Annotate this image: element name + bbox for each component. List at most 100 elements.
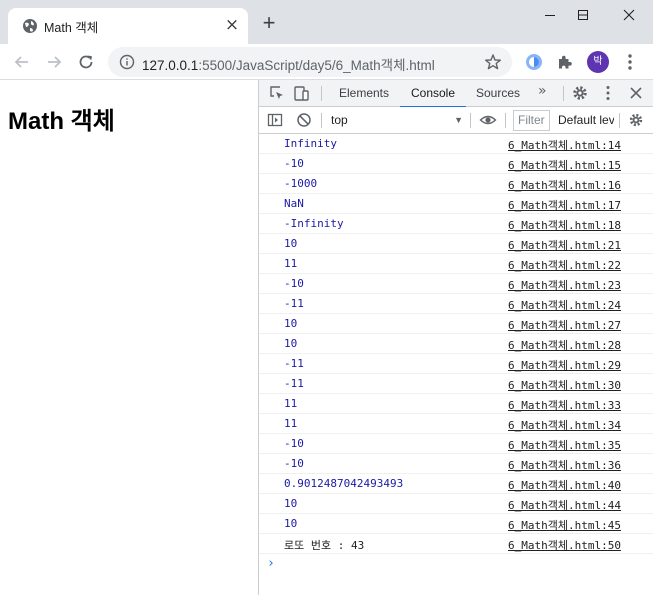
source-link[interactable]: 6_Math객체.html:18: [508, 217, 621, 233]
source-link[interactable]: 6_Math객체.html:30: [508, 377, 621, 393]
console-row: 11 6_Math객체.html:22: [259, 254, 653, 274]
context-selector-value: top: [331, 113, 348, 127]
console-row: -1000 6_Math객체.html:16: [259, 174, 653, 194]
browser-toolbar: 127.0.0.1:5500/JavaScript/day5/6_Math객체.…: [0, 44, 653, 80]
context-selector[interactable]: top ▼: [325, 111, 465, 130]
more-tabs-button[interactable]: »: [538, 83, 547, 99]
address-bar[interactable]: 127.0.0.1:5500/JavaScript/day5/6_Math객체.…: [108, 47, 512, 77]
source-link[interactable]: 6_Math객체.html:50: [508, 537, 621, 553]
source-link[interactable]: 6_Math객체.html:16: [508, 177, 621, 193]
settings-gear-icon[interactable]: [571, 84, 589, 102]
console-prompt[interactable]: ›: [259, 554, 653, 576]
bookmark-star-icon[interactable]: [484, 53, 502, 71]
console-output: Infinity 6_Math객체.html:14 -10 6_Math객체.html…: [259, 134, 653, 595]
source-link[interactable]: 6_Math객체.html:40: [508, 477, 621, 493]
console-row: Infinity 6_Math객체.html:14: [259, 134, 653, 154]
console-value: -11: [284, 357, 304, 370]
toolbar-divider: [563, 86, 564, 101]
console-row: -10 6_Math객체.html:23: [259, 274, 653, 294]
tab-close-button[interactable]: ×: [222, 16, 242, 36]
tab-console[interactable]: Console: [400, 80, 466, 108]
tab-sources[interactable]: Sources: [468, 80, 528, 107]
browser-menu-icon[interactable]: [621, 52, 639, 72]
profile-avatar[interactable]: 박: [587, 51, 609, 73]
console-value: 10: [284, 497, 298, 510]
source-link[interactable]: 6_Math객체.html:15: [508, 157, 621, 173]
info-icon[interactable]: [119, 54, 135, 70]
console-value: -11: [284, 297, 304, 310]
console-settings-gear-icon[interactable]: [628, 112, 644, 128]
source-link[interactable]: 6_Math객체.html:35: [508, 437, 621, 453]
back-arrow-icon[interactable]: [11, 51, 33, 73]
url-path: :5500/JavaScript/day5/6_Math객체.html: [198, 58, 435, 73]
console-value: 11: [284, 397, 298, 410]
console-row: -11 6_Math객체.html:29: [259, 354, 653, 374]
toolbar-divider: [470, 113, 471, 128]
forward-arrow-icon[interactable]: [43, 51, 65, 73]
clear-console-icon[interactable]: [296, 112, 312, 128]
new-tab-button[interactable]: +: [256, 11, 282, 37]
toolbar-divider: [321, 113, 322, 128]
extension-icon[interactable]: [524, 52, 544, 72]
console-value: -10: [284, 457, 304, 470]
browser-tab[interactable]: Math 객체 ×: [8, 8, 248, 44]
globe-icon: [23, 19, 37, 33]
extensions-puzzle-icon[interactable]: [555, 52, 575, 72]
source-link[interactable]: 6_Math객체.html:34: [508, 417, 621, 433]
console-row: 11 6_Math객체.html:33: [259, 394, 653, 414]
toolbar-divider: [505, 113, 506, 128]
customize-menu-icon[interactable]: [599, 84, 617, 102]
console-value: -10: [284, 277, 304, 290]
url-host: 127.0.0.1: [142, 58, 199, 73]
console-value: 10: [284, 237, 298, 250]
source-link[interactable]: 6_Math객체.html:27: [508, 317, 621, 333]
console-value: 10: [284, 337, 298, 350]
console-value: 0.9012487042493493: [284, 477, 404, 490]
maximize-button[interactable]: [578, 10, 588, 20]
console-filter-bar: top ▼ Filter Default levels: [259, 107, 653, 134]
console-filter-input[interactable]: Filter: [513, 110, 550, 131]
device-toolbar-icon[interactable]: [292, 84, 310, 102]
tab-title: Math 객체: [44, 21, 99, 35]
console-row: -11 6_Math객체.html:30: [259, 374, 653, 394]
live-expression-eye-icon[interactable]: [479, 112, 497, 128]
tab-elements[interactable]: Elements: [330, 80, 398, 107]
toolbar-divider: [619, 113, 620, 128]
console-row: 10 6_Math객체.html:21: [259, 234, 653, 254]
console-value: 10: [284, 317, 298, 330]
source-link[interactable]: 6_Math객체.html:33: [508, 397, 621, 413]
source-link[interactable]: 6_Math객체.html:23: [508, 277, 621, 293]
toolbar-divider: [321, 86, 322, 101]
console-value: 11: [284, 257, 298, 270]
console-value: -1000: [284, 177, 318, 190]
source-link[interactable]: 6_Math객체.html:28: [508, 337, 621, 353]
console-row: 10 6_Math객체.html:44: [259, 494, 653, 514]
source-link[interactable]: 6_Math객체.html:21: [508, 237, 621, 253]
console-row: NaN 6_Math객체.html:17: [259, 194, 653, 214]
source-link[interactable]: 6_Math객체.html:24: [508, 297, 621, 313]
console-row: 10 6_Math객체.html:45: [259, 514, 653, 534]
sidebar-toggle-icon[interactable]: [267, 112, 283, 128]
console-row: -10 6_Math객체.html:15: [259, 154, 653, 174]
log-levels-dropdown[interactable]: Default levels: [558, 111, 614, 130]
inspect-element-icon[interactable]: [268, 84, 286, 102]
close-window-button[interactable]: [623, 9, 635, 21]
source-link[interactable]: 6_Math객체.html:14: [508, 137, 621, 153]
source-link[interactable]: 6_Math객체.html:29: [508, 357, 621, 373]
source-link[interactable]: 6_Math객체.html:44: [508, 497, 621, 513]
console-row: 로또 번호 : 43 6_Math객체.html:50: [259, 534, 653, 554]
page-heading: Math 객체: [8, 108, 115, 135]
console-value: -Infinity: [284, 217, 344, 230]
source-link[interactable]: 6_Math객체.html:22: [508, 257, 621, 273]
caret-down-icon: ▼: [454, 115, 463, 125]
source-link[interactable]: 6_Math객체.html:45: [508, 517, 621, 533]
close-devtools-icon[interactable]: [627, 84, 645, 102]
console-row: -10 6_Math객체.html:35: [259, 434, 653, 454]
console-row: 0.9012487042493493 6_Math객체.html:40: [259, 474, 653, 494]
source-link[interactable]: 6_Math객체.html:17: [508, 197, 621, 213]
page-content: Math 객체: [0, 80, 258, 595]
reload-icon[interactable]: [75, 51, 97, 73]
devtools-tab-bar: Elements Console Sources »: [259, 80, 653, 108]
source-link[interactable]: 6_Math객체.html:36: [508, 457, 621, 473]
url-text: 127.0.0.1:5500/JavaScript/day5/6_Math객체.…: [142, 54, 435, 74]
